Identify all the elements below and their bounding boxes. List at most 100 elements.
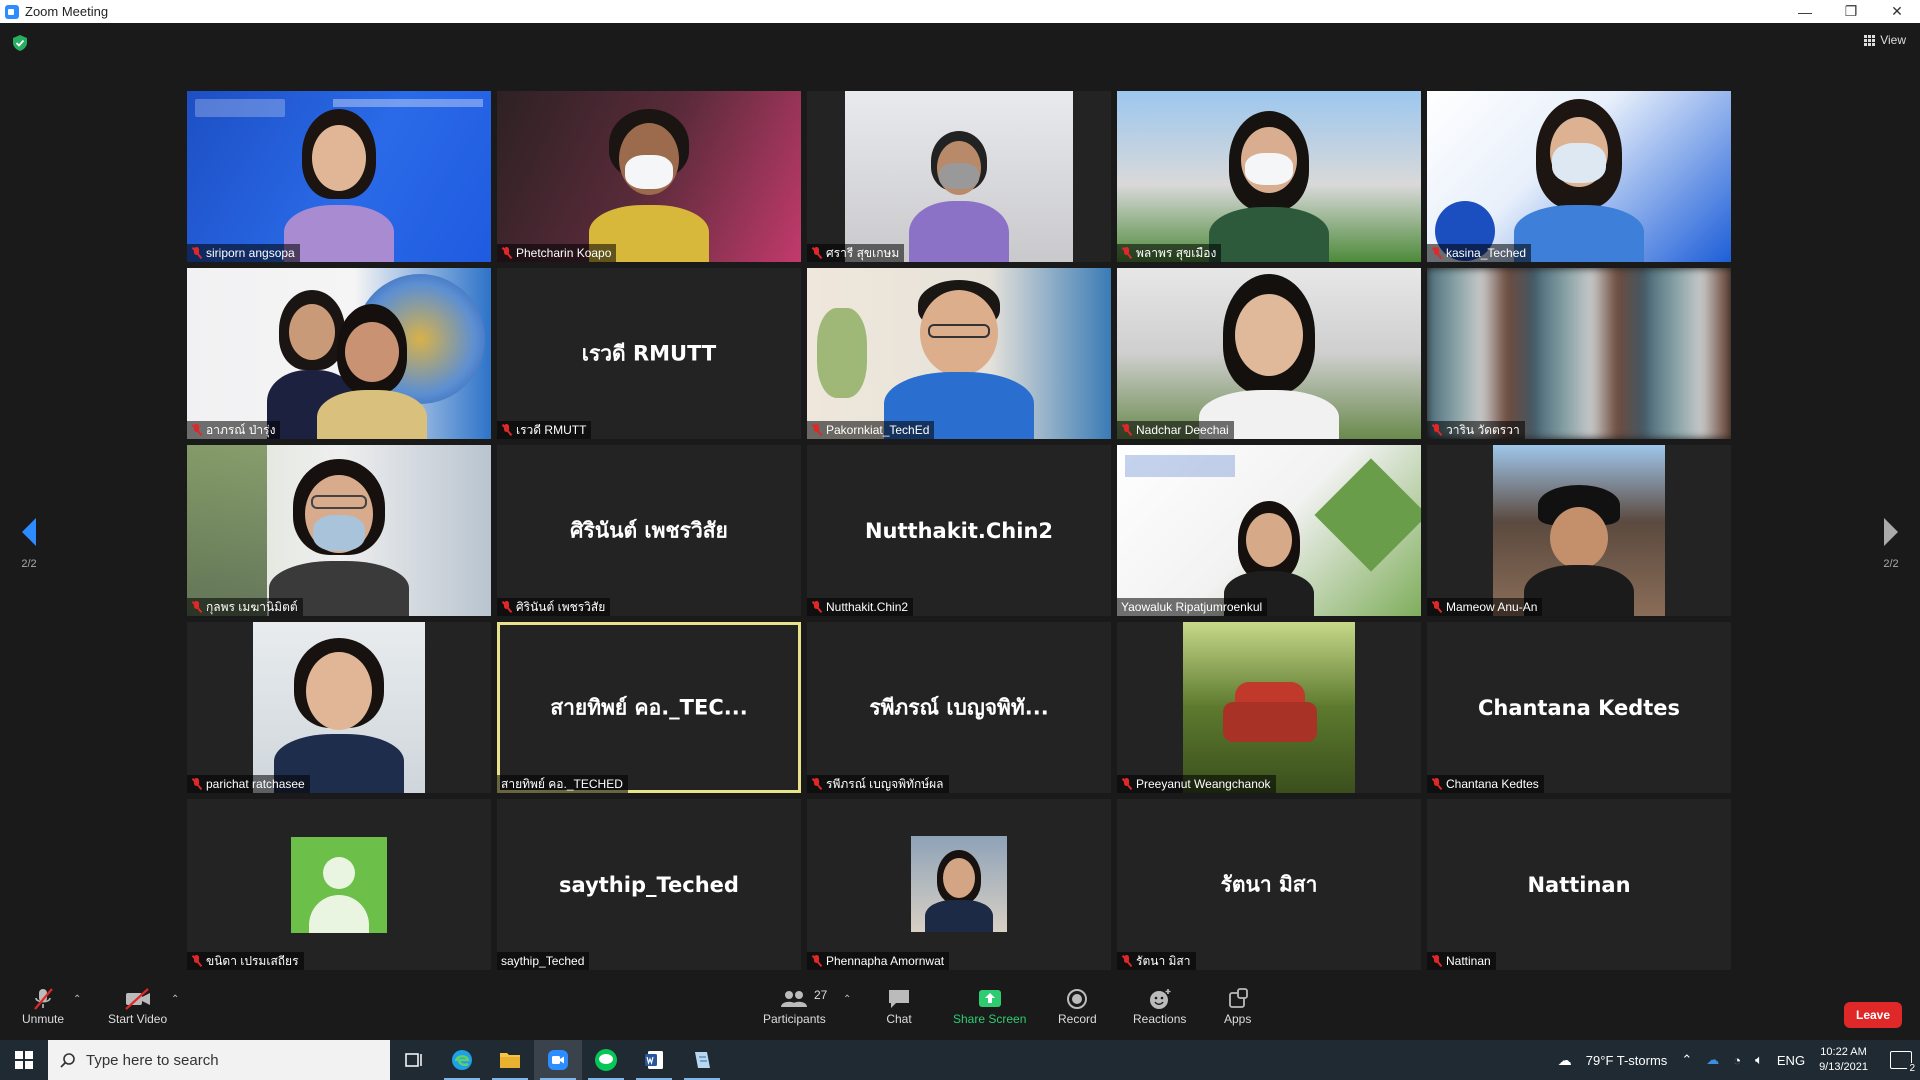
video-feed (253, 622, 425, 793)
participants-options-caret-icon[interactable]: ⌃ (843, 994, 851, 1005)
language-indicator[interactable]: ENG (1777, 1053, 1805, 1068)
task-view-button[interactable] (390, 1040, 438, 1080)
window-title: Zoom Meeting (25, 4, 109, 19)
participant-tile-active-speaker[interactable]: สายทิพย์ คอ._TEC... สายทิพย์ คอ._TECHED (497, 622, 801, 793)
participant-name-bar: Chantana Kedtes (1427, 775, 1544, 793)
taskbar-clock[interactable]: 10:22 AM 9/13/2021 (1819, 1045, 1868, 1075)
muted-mic-icon (1431, 778, 1442, 790)
audio-options-caret-icon[interactable]: ⌃ (73, 994, 81, 1005)
chat-label: Chat (886, 1012, 912, 1026)
participant-name: วาริน วัดตรวา (1446, 422, 1520, 437)
participant-name: Nutthakit.Chin2 (826, 600, 909, 614)
participant-name: Phennapha Amornwat (826, 954, 945, 968)
next-page-button[interactable]: 2/2 (1871, 518, 1911, 570)
share-screen-button[interactable]: Share Screen (953, 986, 1026, 1026)
weather-icon[interactable]: ☁ (1558, 1052, 1572, 1069)
participant-name-bar: ศรารี สุขเกษม (807, 244, 905, 262)
participant-tile[interactable]: Nadchar Deechai (1117, 268, 1421, 439)
show-hidden-icons-chevron-icon[interactable]: ⌃ (1681, 1052, 1692, 1068)
participant-name: siriporn angsopa (206, 246, 295, 260)
participant-tile[interactable]: kasina_Teched (1427, 91, 1731, 262)
participant-name-bar: Mameow Anu-An (1427, 598, 1543, 616)
view-button[interactable]: View (1864, 33, 1906, 47)
unmute-button[interactable]: Unmute (22, 986, 64, 1026)
taskbar-zoom-app[interactable] (534, 1040, 582, 1080)
participant-tile[interactable]: Nattinan Nattinan (1427, 799, 1731, 970)
taskbar-line-app[interactable] (582, 1040, 630, 1080)
participant-tile[interactable]: Nutthakit.Chin2 Nutthakit.Chin2 (807, 445, 1111, 616)
onedrive-cloud-icon[interactable]: ☁ (1706, 1052, 1719, 1068)
apps-label: Apps (1224, 1012, 1252, 1026)
participant-name: รพีภรณ์ เบญจพิทักษ์ผล (826, 776, 944, 791)
close-button[interactable]: ✕ (1874, 0, 1920, 23)
participant-name-bar: kasina_Teched (1427, 244, 1532, 262)
record-button[interactable]: Record (1058, 986, 1097, 1026)
participants-button[interactable]: 27 Participants (763, 986, 827, 1026)
participant-tile[interactable]: พลาพร สุขเมือง (1117, 91, 1421, 262)
participant-name: Mameow Anu-An (1446, 600, 1538, 614)
windows-start-button[interactable] (0, 1040, 48, 1080)
participant-name-bar: ขนิดา เปรมเสถียร (187, 952, 304, 970)
participant-name: กุลพร เมฆานิมิตต์ (206, 599, 298, 614)
participant-tile[interactable]: อาภรณ์ ป่ารุ่ง (187, 268, 491, 439)
participant-tile[interactable]: Chantana Kedtes Chantana Kedtes (1427, 622, 1731, 793)
previous-page-button[interactable]: 2/2 (9, 518, 49, 570)
muted-mic-icon (191, 424, 202, 436)
participant-tile[interactable]: Phetcharin Koapo (497, 91, 801, 262)
video-options-caret-icon[interactable]: ⌃ (171, 994, 179, 1005)
edge-browser-icon (452, 1050, 472, 1070)
security-shield-icon[interactable] (13, 35, 27, 51)
participant-name: Phetcharin Koapo (516, 246, 612, 260)
participant-tile[interactable]: Pakornkiat_TechEd (807, 268, 1111, 439)
participant-name-bar: ศิรินันต์ เพชรวิสัย (497, 598, 611, 616)
participant-tile[interactable]: Phennapha Amornwat (807, 799, 1111, 970)
video-feed (187, 268, 491, 439)
notifications-icon[interactable]: 2 (1890, 1051, 1917, 1074)
participant-tile[interactable]: กุลพร เมฆานิมิตต์ (187, 445, 491, 616)
participant-tile[interactable]: ขนิดา เปรมเสถียร (187, 799, 491, 970)
meeting-area: View 2/2 2/2 siriporn angsopa Phetcharin… (0, 23, 1920, 980)
taskbar-search-box[interactable]: Type here to search (48, 1040, 390, 1080)
chat-button[interactable]: Chat (886, 986, 912, 1026)
participant-tile[interactable]: Mameow Anu-An (1427, 445, 1731, 616)
leave-button[interactable]: Leave (1844, 1002, 1902, 1028)
participant-tile[interactable]: Yaowaluk Ripatjumroenkul (1117, 445, 1421, 616)
network-wifi-icon[interactable]: ◔ (1733, 1053, 1741, 1068)
participant-tile[interactable]: เรวดี RMUTT เรวดี RMUTT (497, 268, 801, 439)
volume-speaker-icon[interactable]: 🔈︎ (1755, 1052, 1763, 1068)
taskbar-edge-app[interactable] (438, 1040, 486, 1080)
meeting-toolbar: Unmute ⌃ Start Video ⌃ 27 Participants ⌃… (0, 980, 1920, 1040)
apps-button[interactable]: Apps (1224, 986, 1251, 1026)
participant-tile[interactable]: ศิรินันต์ เพชรวิสัย ศิรินันต์ เพชรวิสัย (497, 445, 801, 616)
participant-display-name: Chantana Kedtes (1477, 695, 1681, 720)
muted-mic-icon (1121, 424, 1132, 436)
restore-button[interactable]: ❐ (1828, 0, 1874, 23)
muted-mic-icon (811, 247, 822, 259)
participant-name: สายทิพย์ คอ._TECHED (501, 776, 623, 791)
participant-tile[interactable]: saythip_Teched saythip_Teched (497, 799, 801, 970)
muted-mic-icon (501, 424, 512, 436)
taskbar-file-explorer-app[interactable] (486, 1040, 534, 1080)
taskbar-notepad-app[interactable] (678, 1040, 726, 1080)
muted-mic-icon (1121, 247, 1132, 259)
video-feed (1117, 268, 1421, 439)
participant-tile[interactable]: parichat ratchasee (187, 622, 491, 793)
participant-tile[interactable]: Preeyanut Weangchanok (1117, 622, 1421, 793)
participant-tile[interactable]: รัตนา มิสา รัตนา มิสา (1117, 799, 1421, 970)
participant-name-bar: Yaowaluk Ripatjumroenkul (1117, 598, 1268, 616)
participant-name-bar: อาภรณ์ ป่ารุ่ง (187, 421, 281, 439)
search-icon (60, 1053, 75, 1068)
start-video-button[interactable]: Start Video (108, 986, 167, 1026)
participant-tile[interactable]: ศรารี สุขเกษม (807, 91, 1111, 262)
participant-display-name: สายทิพย์ คอ._TEC... (550, 695, 748, 719)
participant-tile[interactable]: วาริน วัดตรวา (1427, 268, 1731, 439)
gallery-grid: siriporn angsopa Phetcharin Koapo ศรารี … (187, 91, 1735, 975)
participant-tile[interactable]: รพีภรณ์ เบญจพิทั... รพีภรณ์ เบญจพิทักษ์ผ… (807, 622, 1111, 793)
reactions-button[interactable]: Reactions (1133, 986, 1186, 1026)
weather-text[interactable]: 79°F T-storms (1586, 1053, 1668, 1068)
participant-name: Nattinan (1446, 954, 1491, 968)
minimize-button[interactable]: — (1782, 0, 1828, 23)
participant-name-bar: วาริน วัดตรวา (1427, 421, 1525, 439)
participant-tile[interactable]: siriporn angsopa (187, 91, 491, 262)
taskbar-word-app[interactable] (630, 1040, 678, 1080)
